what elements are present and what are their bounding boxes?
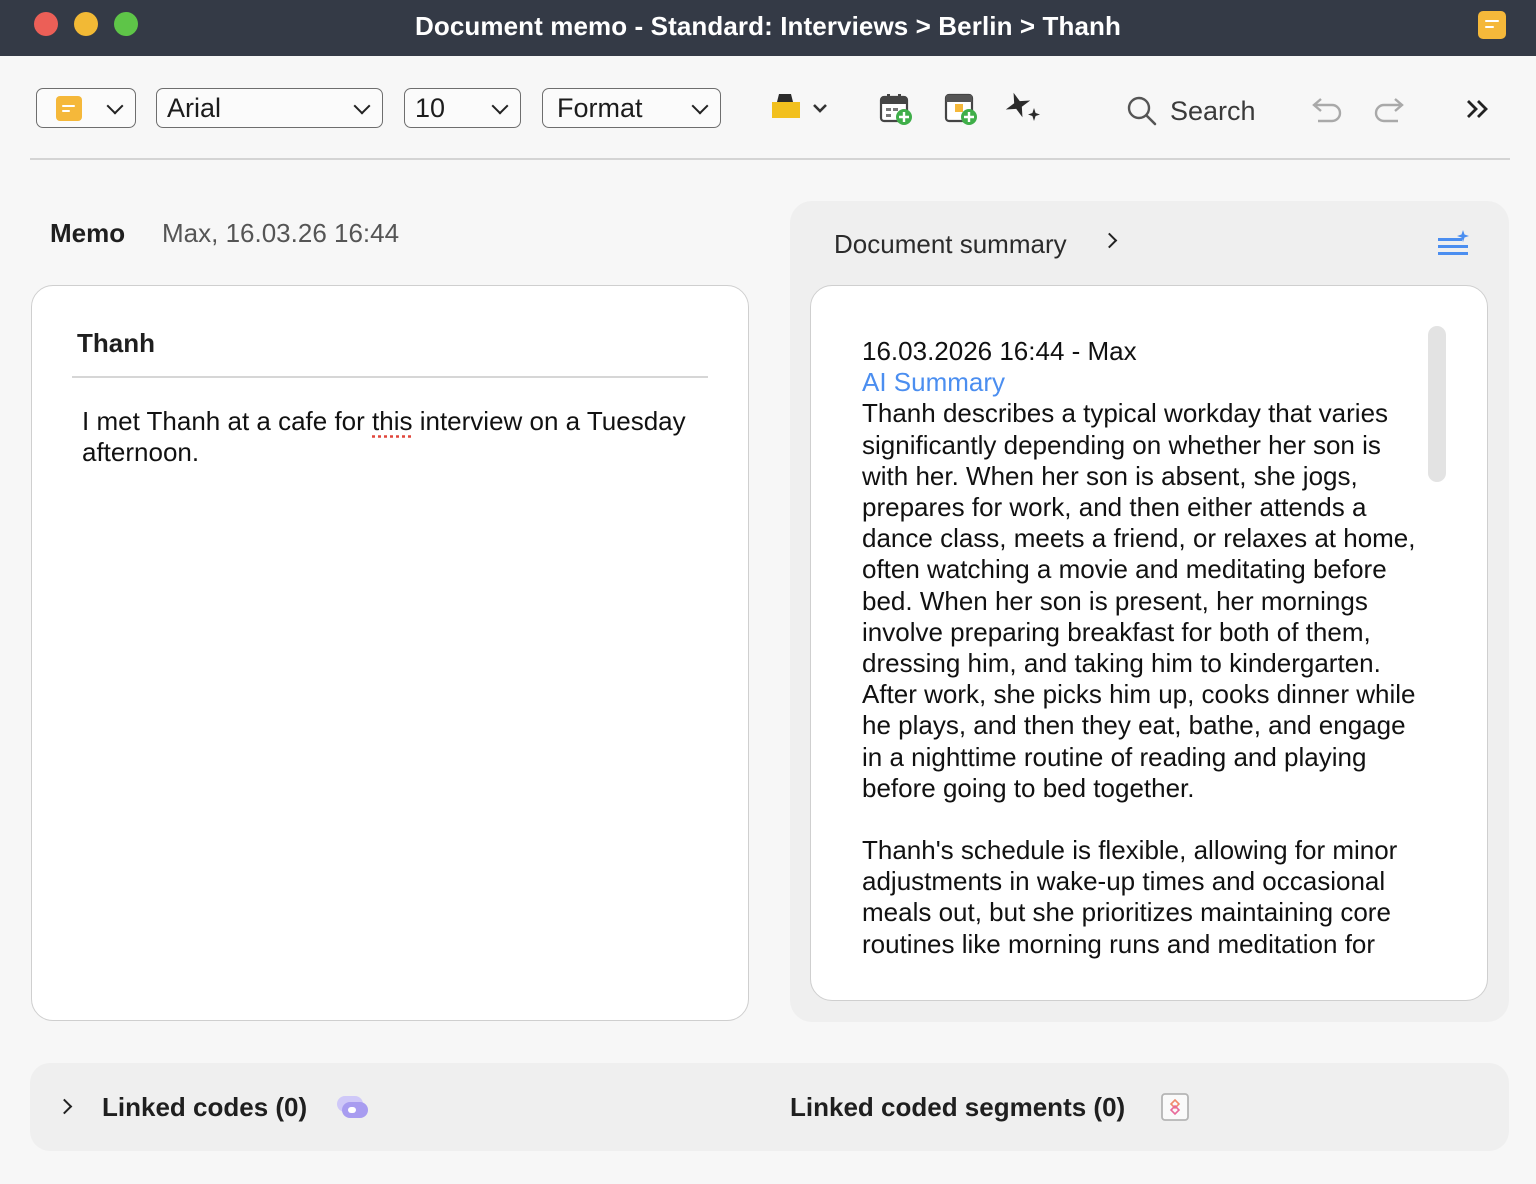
format-value: Format	[557, 93, 643, 123]
font-size-dropdown[interactable]: 10	[404, 88, 521, 128]
memo-note-icon	[1478, 11, 1506, 39]
misspelled-word: this	[372, 406, 413, 436]
chevron-down-icon	[353, 97, 371, 115]
document-summary-panel: Document summary 16.03.2026 16:44 - Max …	[790, 201, 1509, 1022]
title-bar: Document memo - Standard: Interviews > B…	[0, 0, 1536, 56]
linked-items-bar: Linked codes (0) Linked coded segments (…	[30, 1063, 1509, 1151]
memo-body-text[interactable]: I met Thanh at a cafe for this interview…	[82, 406, 712, 468]
highlighter-icon[interactable]	[768, 88, 832, 128]
codes-tag-icon	[337, 1096, 368, 1118]
font-family-dropdown[interactable]: Arial	[156, 88, 383, 128]
linked-segments-label[interactable]: Linked coded segments (0)	[790, 1092, 1125, 1123]
format-dropdown[interactable]: Format	[542, 88, 721, 128]
chevron-right-icon[interactable]	[56, 1098, 73, 1115]
document-summary-content[interactable]: 16.03.2026 16:44 - Max AI Summary Thanh …	[810, 285, 1488, 1001]
window-title: Document memo - Standard: Interviews > B…	[415, 11, 1121, 41]
summary-paragraph: Thanh's schedule is flexible, allowing f…	[862, 835, 1398, 959]
font-family-value: Arial	[167, 93, 222, 123]
chevron-down-icon	[491, 97, 509, 115]
chevron-down-icon	[106, 97, 124, 115]
memo-note-icon	[56, 96, 82, 121]
double-chevron-right-icon[interactable]	[1464, 97, 1492, 121]
ai-summary-label: AI Summary	[862, 367, 1006, 398]
memo-editor[interactable]: Thanh I met Thanh at a cafe for this int…	[31, 285, 749, 1021]
search-icon[interactable]	[1126, 95, 1158, 127]
memo-title[interactable]: Thanh	[77, 328, 155, 359]
toolbar-divider	[30, 158, 1510, 160]
redo-icon[interactable]	[1372, 96, 1408, 124]
memo-author-date: Max, 16.03.26 16:44	[162, 218, 400, 248]
memo-body-part: I met Thanh at a cafe for	[82, 406, 373, 436]
summary-scrollbar[interactable]	[1428, 326, 1446, 482]
summary-list-add-icon[interactable]	[1436, 229, 1472, 259]
font-size-value: 10	[415, 93, 446, 123]
linked-codes-label[interactable]: Linked codes (0)	[102, 1092, 307, 1123]
memo-label: Memo	[50, 218, 126, 248]
memo-title-divider	[72, 376, 708, 378]
summary-paragraph: Thanh describes a typical workday that v…	[862, 398, 1416, 803]
document-summary-title[interactable]: Document summary	[834, 229, 1067, 260]
coded-segment-icon	[1161, 1093, 1189, 1121]
memo-type-dropdown[interactable]	[36, 88, 136, 128]
toolbar: Arial 10 Format Search	[0, 56, 1536, 159]
chevron-down-icon	[691, 97, 709, 115]
summary-text: 16.03.2026 16:44 - Max AI Summary Thanh …	[862, 336, 1422, 960]
table-add-icon[interactable]	[943, 92, 981, 128]
search-label[interactable]: Search	[1170, 96, 1256, 127]
calendar-add-icon[interactable]	[878, 92, 916, 128]
ai-sparkle-icon[interactable]	[1004, 90, 1044, 124]
chevron-right-icon[interactable]	[1101, 232, 1118, 249]
undo-icon[interactable]	[1308, 96, 1344, 124]
summary-header: 16.03.2026 16:44 - Max	[862, 336, 1137, 366]
